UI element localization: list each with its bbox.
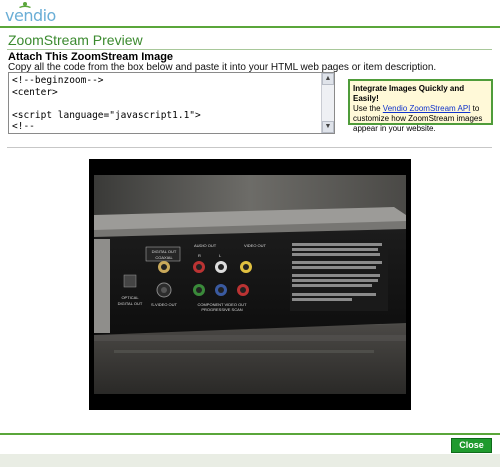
embed-code-textarea[interactable]: <!--beginzoom--> <center> <script langua… (8, 72, 335, 134)
embed-code-text[interactable]: <!--beginzoom--> <center> <script langua… (12, 75, 201, 133)
content-divider (7, 147, 492, 148)
promo-title: Integrate Images Quickly and Easily! (353, 84, 465, 103)
label-audio-out: AUDIO OUT (194, 243, 217, 248)
fine-print-block (290, 241, 388, 311)
label-optical: OPTICAL (121, 295, 139, 300)
zoomstream-api-link[interactable]: Vendio ZoomStream API (383, 104, 471, 113)
bottom-strip (0, 454, 500, 467)
zoomstream-image-frame[interactable]: DIGITAL OUT COAXIAL AUDIO OUT R L VIDEO … (89, 159, 411, 410)
vendio-logo[interactable]: vendio (5, 2, 65, 25)
scroll-down-button[interactable]: ▼ (322, 121, 334, 133)
label-digital-out-2: DIGITAL OUT (118, 301, 143, 306)
code-scrollbar[interactable]: ▲ ▼ (321, 73, 334, 133)
api-promo-box: Integrate Images Quickly and Easily! Use… (348, 79, 493, 133)
label-s-video: S-VIDEO OUT (151, 302, 178, 307)
label-coaxial: COAXIAL (155, 255, 173, 260)
label-progressive: PROGRESSIVE SCAN (201, 307, 242, 312)
label-digital-out: DIGITAL OUT (152, 249, 177, 254)
label-r: R (198, 253, 201, 258)
close-button[interactable]: Close (451, 438, 492, 453)
product-photo[interactable]: DIGITAL OUT COAXIAL AUDIO OUT R L VIDEO … (94, 175, 406, 394)
logo-text: vendio (5, 6, 56, 25)
scroll-up-button[interactable]: ▲ (322, 73, 334, 85)
promo-text-pre: Use the (353, 104, 383, 113)
section-title: ZoomStream Preview (8, 32, 143, 48)
bottom-bar: Close (0, 433, 500, 467)
label-video-out: VIDEO OUT (244, 243, 267, 248)
top-bar: vendio (0, 0, 500, 28)
section-divider (7, 49, 492, 50)
